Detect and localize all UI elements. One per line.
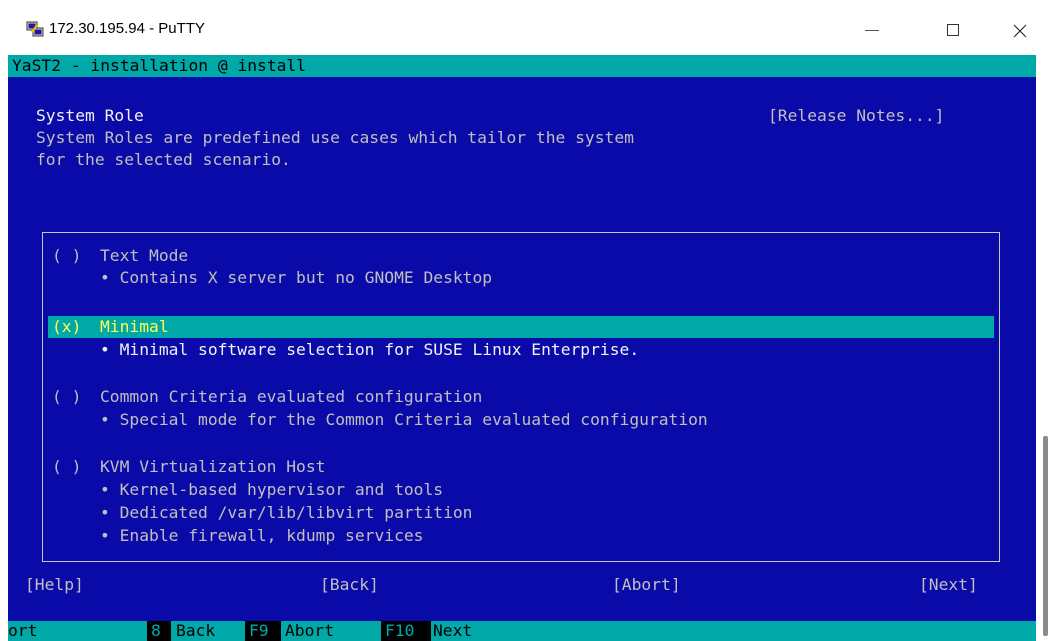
- fkey-f10-key: F10: [385, 621, 415, 640]
- description-line-1: System Roles are predefined use cases wh…: [36, 128, 634, 147]
- next-button[interactable]: [Next]: [919, 574, 978, 596]
- role-label-kvm-host: KVM Virtualization Host: [100, 457, 326, 476]
- role-option-text-mode[interactable]: [48, 245, 994, 267]
- minimize-icon[interactable]: [849, 12, 895, 48]
- role-radio-common-criteria[interactable]: ( ): [52, 386, 81, 408]
- role-detail: • Minimal software selection for SUSE Li…: [100, 340, 640, 359]
- putty-icon: [26, 21, 44, 37]
- role-label-text-mode: Text Mode: [100, 246, 189, 265]
- role-detail: • Dedicated /var/lib/libvirt partition: [100, 503, 473, 522]
- scrollbar-thumb[interactable]: [1043, 436, 1048, 636]
- abort-button[interactable]: [Abort]: [612, 574, 681, 596]
- yast-header-bar: YaST2 - installation @ install: [8, 55, 1036, 77]
- role-detail: • Contains X server but no GNOME Desktop: [100, 268, 493, 287]
- fkey-f10-label[interactable]: Next: [433, 620, 472, 641]
- description-line-2: for the selected scenario.: [36, 150, 291, 169]
- close-icon[interactable]: [996, 12, 1042, 48]
- terminal-screen[interactable]: YaST2 - installation @ install System Ro…: [8, 55, 1036, 641]
- fkey-f8-key: 8: [151, 621, 161, 640]
- scrollbar[interactable]: [1036, 55, 1049, 641]
- window-title: 172.30.195.94 - PuTTY: [49, 20, 205, 37]
- fkey-f9-key: F9: [249, 621, 269, 640]
- window-title-bar: 172.30.195.94 - PuTTY: [0, 0, 1049, 55]
- yast-header-text: YaST2 - installation @ install: [12, 56, 307, 75]
- fkey-f8-label[interactable]: Back: [176, 620, 215, 641]
- back-button[interactable]: [Back]: [320, 574, 379, 596]
- page-title: System Role: [36, 106, 144, 125]
- role-detail: • Enable firewall, kdump services: [100, 526, 424, 545]
- role-radio-minimal[interactable]: (x): [52, 316, 81, 338]
- maximize-icon[interactable]: [930, 12, 976, 48]
- role-detail: • Kernel-based hypervisor and tools: [100, 480, 444, 499]
- fkey-f9[interactable]: F9: [245, 621, 281, 641]
- fkey-f10[interactable]: F10: [381, 621, 431, 641]
- fkey-f9-label[interactable]: Abort: [285, 620, 334, 641]
- role-radio-text-mode[interactable]: ( ): [52, 245, 81, 267]
- role-option-minimal[interactable]: [48, 316, 994, 338]
- help-button[interactable]: [Help]: [25, 574, 84, 596]
- fkey-cutoff-label: ort: [8, 621, 38, 640]
- role-label-common-criteria: Common Criteria evaluated configuration: [100, 387, 483, 406]
- role-label-minimal: Minimal: [100, 317, 169, 336]
- function-key-bar: ort 8 Back F9 Abort F10 Next: [8, 621, 1036, 641]
- role-radio-kvm-host[interactable]: ( ): [52, 456, 81, 478]
- fkey-f8[interactable]: 8: [147, 621, 171, 641]
- role-detail: • Special mode for the Common Criteria e…: [100, 410, 708, 429]
- release-notes-button[interactable]: [Release Notes...]: [768, 105, 944, 127]
